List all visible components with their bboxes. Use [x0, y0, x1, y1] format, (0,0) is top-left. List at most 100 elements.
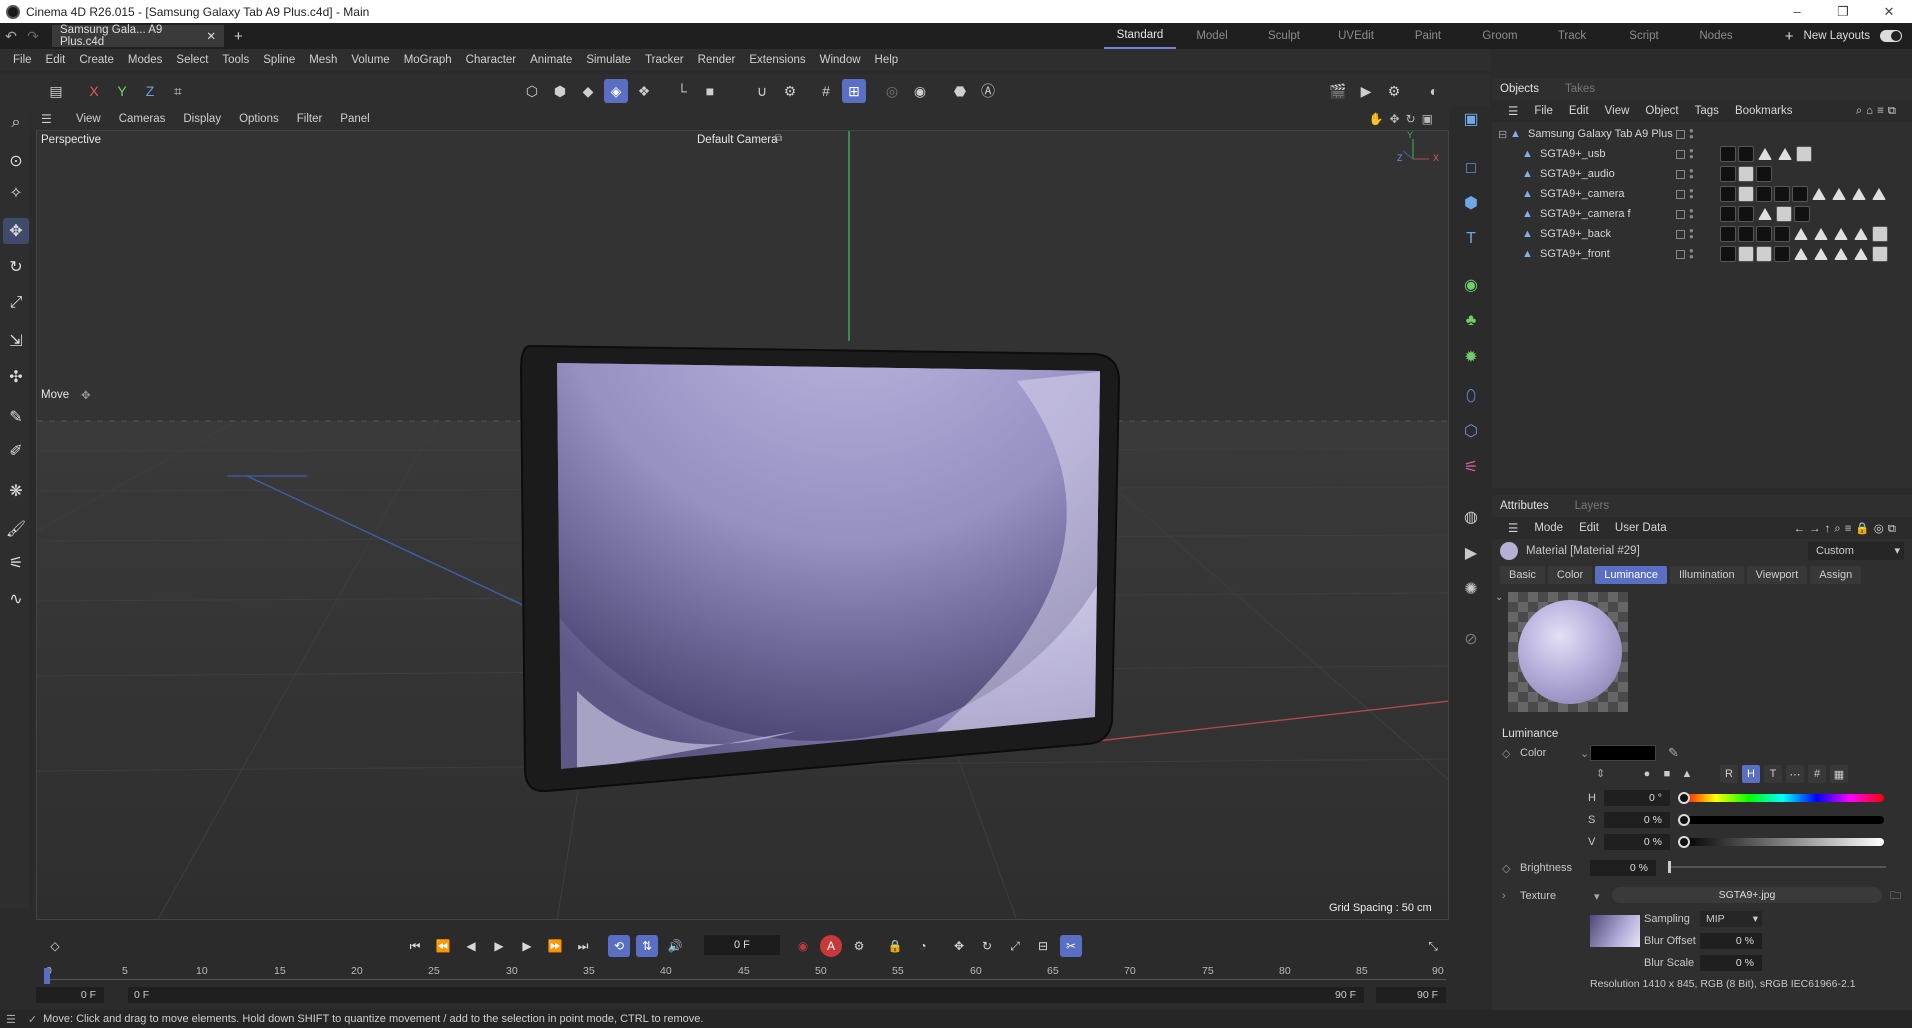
camera-object-icon[interactable]: ▶ [1458, 540, 1484, 566]
selection-tag[interactable] [1812, 188, 1826, 200]
layout-groom[interactable]: Groom [1464, 23, 1536, 49]
material-preview[interactable] [1508, 592, 1628, 712]
paint-brush-icon[interactable]: 🖌 [3, 516, 29, 542]
deformer-icon[interactable]: ✹ [1458, 344, 1484, 370]
parameter-track-icon[interactable]: ⊟ [1032, 935, 1054, 957]
cloner-icon[interactable]: ♣ [1458, 308, 1484, 334]
menu-create[interactable]: Create [72, 54, 121, 66]
material-tag[interactable] [1738, 226, 1754, 242]
rgb-mode-button[interactable]: R [1720, 765, 1738, 783]
next-frame-icon[interactable]: ▶ [516, 935, 538, 957]
record-keys-icon[interactable]: ◉ [792, 935, 814, 957]
lock-workplane-icon[interactable]: ◉ [908, 79, 932, 103]
object-row[interactable]: ▲ SGTA9+_audio ● ● [1492, 164, 1912, 184]
layout-nodes[interactable]: Nodes [1680, 23, 1752, 49]
uv-mode-icon[interactable]: ❖ [632, 79, 656, 103]
keyframe-icon[interactable]: ◇ [44, 935, 66, 957]
add-layout-icon[interactable]: + [1785, 28, 1794, 45]
editor-render-dots[interactable]: ● ● [1689, 127, 1695, 141]
axis-mode-icon[interactable]: └ [670, 79, 694, 103]
objects-menu-view[interactable]: View [1597, 105, 1638, 117]
brightness-slider[interactable] [1668, 866, 1886, 868]
playhead[interactable] [44, 968, 50, 984]
object-tags[interactable] [1720, 206, 1810, 222]
new-tab-icon[interactable]: + [234, 28, 243, 45]
blur-offset-field[interactable]: 0 % [1700, 933, 1762, 949]
texture-menu-icon[interactable]: ▾ [1594, 890, 1600, 903]
material-tag[interactable] [1738, 146, 1754, 162]
preview-range-bar[interactable]: 0 F 90 F [128, 987, 1364, 1003]
selection-tag[interactable] [1832, 188, 1846, 200]
viewport-menu-options[interactable]: Options [230, 113, 288, 125]
menu-help[interactable]: Help [868, 54, 906, 66]
undo-icon[interactable]: ↶ [0, 25, 22, 47]
mat-tab-luminance[interactable]: Luminance [1595, 566, 1668, 584]
light-object-icon[interactable]: ✺ [1458, 576, 1484, 602]
editor-render-dots[interactable]: ● ● [1689, 147, 1695, 161]
kelvin-mode-button[interactable]: T [1764, 765, 1782, 783]
edges-mode-icon[interactable]: ⬢ [548, 79, 572, 103]
menu-mesh[interactable]: Mesh [302, 54, 344, 66]
axis-y-toggle[interactable]: Y [110, 79, 134, 103]
mat-tab-viewport[interactable]: Viewport [1746, 566, 1808, 584]
editor-render-dots[interactable]: ● ● [1689, 227, 1695, 241]
layout-paint[interactable]: Paint [1392, 23, 1464, 49]
key-settings-icon[interactable]: ⚙ [848, 935, 870, 957]
menu-extensions[interactable]: Extensions [742, 54, 812, 66]
menu-character[interactable]: Character [459, 54, 524, 66]
selection-tag[interactable] [1854, 248, 1868, 260]
volume-icon[interactable]: ⬡ [1458, 418, 1484, 444]
objects-panel-menu-icon[interactable]: ☰ [1500, 104, 1526, 118]
material-tag[interactable] [1738, 186, 1754, 202]
viewport-menu-panel[interactable]: Panel [331, 113, 378, 125]
selection-tag[interactable] [1758, 208, 1772, 220]
previous-key-icon[interactable]: ⏪ [432, 935, 454, 957]
render-region-icon[interactable]: Ⓐ [976, 79, 1000, 103]
editor-render-dots[interactable]: ● ● [1689, 247, 1695, 261]
snap-settings-icon[interactable]: ⚙ [778, 79, 802, 103]
swatches-icon[interactable]: ▦ [1830, 765, 1848, 783]
brightness-field[interactable]: 0 % [1590, 860, 1656, 876]
visibility-checkbox[interactable] [1676, 229, 1685, 239]
objects-menu-bookmarks[interactable]: Bookmarks [1727, 105, 1801, 117]
timeline-expand-icon[interactable]: ⤡ [1422, 935, 1444, 957]
layout-track[interactable]: Track [1536, 23, 1608, 49]
blur-scale-field[interactable]: 0 % [1700, 955, 1762, 971]
current-frame-field[interactable]: 0 F [704, 935, 780, 955]
viewport-menu-cameras[interactable]: Cameras [110, 113, 175, 125]
3d-viewport[interactable]: Perspective Default Camera ⧉ Move ✥ Y Z … [36, 130, 1449, 920]
text-spline-icon[interactable]: T [1458, 226, 1484, 252]
camera-label[interactable]: Default Camera [697, 134, 778, 146]
transform-tool-icon[interactable]: ✣ [3, 364, 29, 390]
selection-tag[interactable] [1794, 228, 1808, 240]
viewport-solo-icon[interactable]: ⬣ [948, 79, 972, 103]
phong-tag[interactable] [1738, 166, 1754, 182]
visibility-checkbox[interactable] [1676, 189, 1685, 199]
spline-sketch-icon[interactable]: ✐ [3, 438, 29, 464]
viewport-panel-menu-icon[interactable]: ☰ [41, 112, 57, 126]
material-tag[interactable] [1720, 226, 1736, 242]
symmetry-icon[interactable]: ◎ [880, 79, 904, 103]
sculpt-tool-icon[interactable]: ❋ [3, 478, 29, 504]
generator-icon[interactable]: ◉ [1458, 272, 1484, 298]
min-frame-field[interactable]: 0 F [36, 987, 104, 1003]
object-row-root[interactable]: ⊟ ▲ Samsung Galaxy Tab A9 Plus ● ● [1492, 124, 1912, 144]
collapse-arrows-icon[interactable]: ⇕ [1596, 767, 1605, 780]
viewport-navigation-icons[interactable]: ✋✥↻▣ [1369, 112, 1439, 126]
document-tab[interactable]: Samsung Gala... A9 Plus.c4d ✕ [52, 24, 224, 48]
phong-tag[interactable] [1776, 206, 1792, 222]
uvw-tag[interactable] [1794, 206, 1810, 222]
uvw-tag[interactable] [1756, 166, 1772, 182]
scale-track-icon[interactable]: ⤢ [1004, 935, 1026, 957]
selection-tag[interactable] [1854, 228, 1868, 240]
folder-icon[interactable]: 🗀 [1890, 887, 1901, 906]
sampling-dropdown[interactable]: MIP ▾ [1700, 911, 1762, 927]
spline-pen-icon[interactable]: ✎ [3, 404, 29, 430]
frame-ruler[interactable]: 0 5 10 15 20 25 30 35 40 45 50 55 60 65 … [36, 965, 1449, 985]
tab-attributes[interactable]: Attributes [1500, 500, 1549, 512]
maximize-button[interactable]: ❐ [1820, 0, 1866, 23]
move-tool-icon[interactable]: ✥ [3, 218, 29, 244]
visibility-checkbox[interactable] [1676, 169, 1685, 179]
redo-icon[interactable]: ↷ [22, 25, 44, 47]
null-object-icon[interactable]: □ [1458, 156, 1484, 182]
